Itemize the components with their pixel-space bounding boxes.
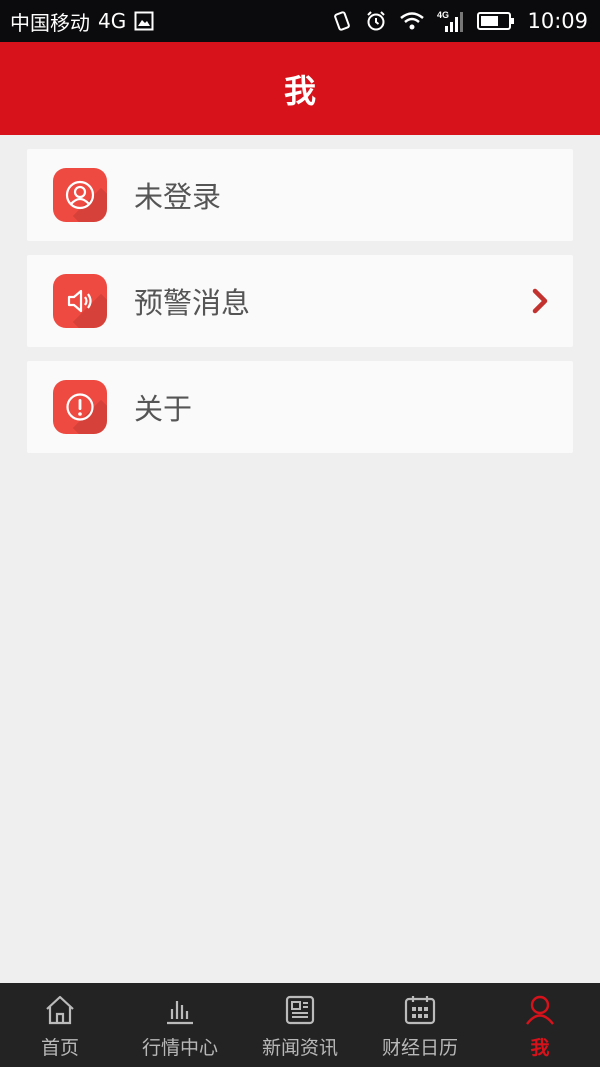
exclamation-icon — [53, 380, 107, 434]
tab-market-center[interactable]: 行情中心 — [120, 983, 240, 1067]
tab-home[interactable]: 首页 — [0, 983, 120, 1067]
person-icon — [523, 993, 557, 1027]
tab-finance-calendar[interactable]: 财经日历 — [360, 983, 480, 1067]
wifi-icon — [399, 11, 425, 31]
signal-icon: 4G — [437, 9, 465, 33]
speaker-icon — [53, 274, 107, 328]
tab-news[interactable]: 新闻资讯 — [240, 983, 360, 1067]
network-type: 4G — [98, 9, 127, 33]
user-icon — [53, 168, 107, 222]
bar-chart-icon — [163, 993, 197, 1027]
signal-network-label: 4G — [437, 10, 449, 20]
tab-label: 新闻资讯 — [261, 1037, 338, 1059]
tab-label: 首页 — [40, 1037, 79, 1059]
menu-item-login[interactable]: 未登录 — [27, 149, 573, 241]
alarm-icon — [365, 10, 387, 32]
vibrate-icon — [331, 10, 353, 32]
calendar-icon — [403, 993, 437, 1027]
menu-item-alerts[interactable]: 预警消息 — [27, 255, 573, 347]
title-bar: 我 — [0, 42, 600, 135]
menu-item-about[interactable]: 关于 — [27, 361, 573, 453]
bottom-tab-bar: 首页 行情中心 新闻资讯 财经日历 我 — [0, 983, 600, 1067]
menu-item-label: 未登录 — [134, 180, 222, 214]
battery-icon — [477, 12, 515, 30]
tab-me[interactable]: 我 — [480, 983, 600, 1067]
tab-label: 我 — [530, 1037, 550, 1059]
image-icon — [134, 11, 154, 31]
tab-label: 行情中心 — [141, 1037, 218, 1059]
news-icon — [283, 993, 317, 1027]
menu-item-label: 关于 — [134, 392, 193, 426]
chevron-right-icon — [529, 287, 551, 315]
carrier-name: 中国移动 — [10, 10, 90, 35]
tab-label: 财经日历 — [381, 1037, 458, 1059]
status-bar: 中国移动 4G 4G 10:09 — [0, 0, 600, 42]
menu-list: 未登录 预警消息 关于 — [27, 149, 573, 467]
clock: 10:09 — [527, 9, 588, 33]
menu-item-label: 预警消息 — [134, 286, 251, 320]
home-icon — [43, 993, 77, 1027]
page-title: 我 — [283, 71, 316, 110]
